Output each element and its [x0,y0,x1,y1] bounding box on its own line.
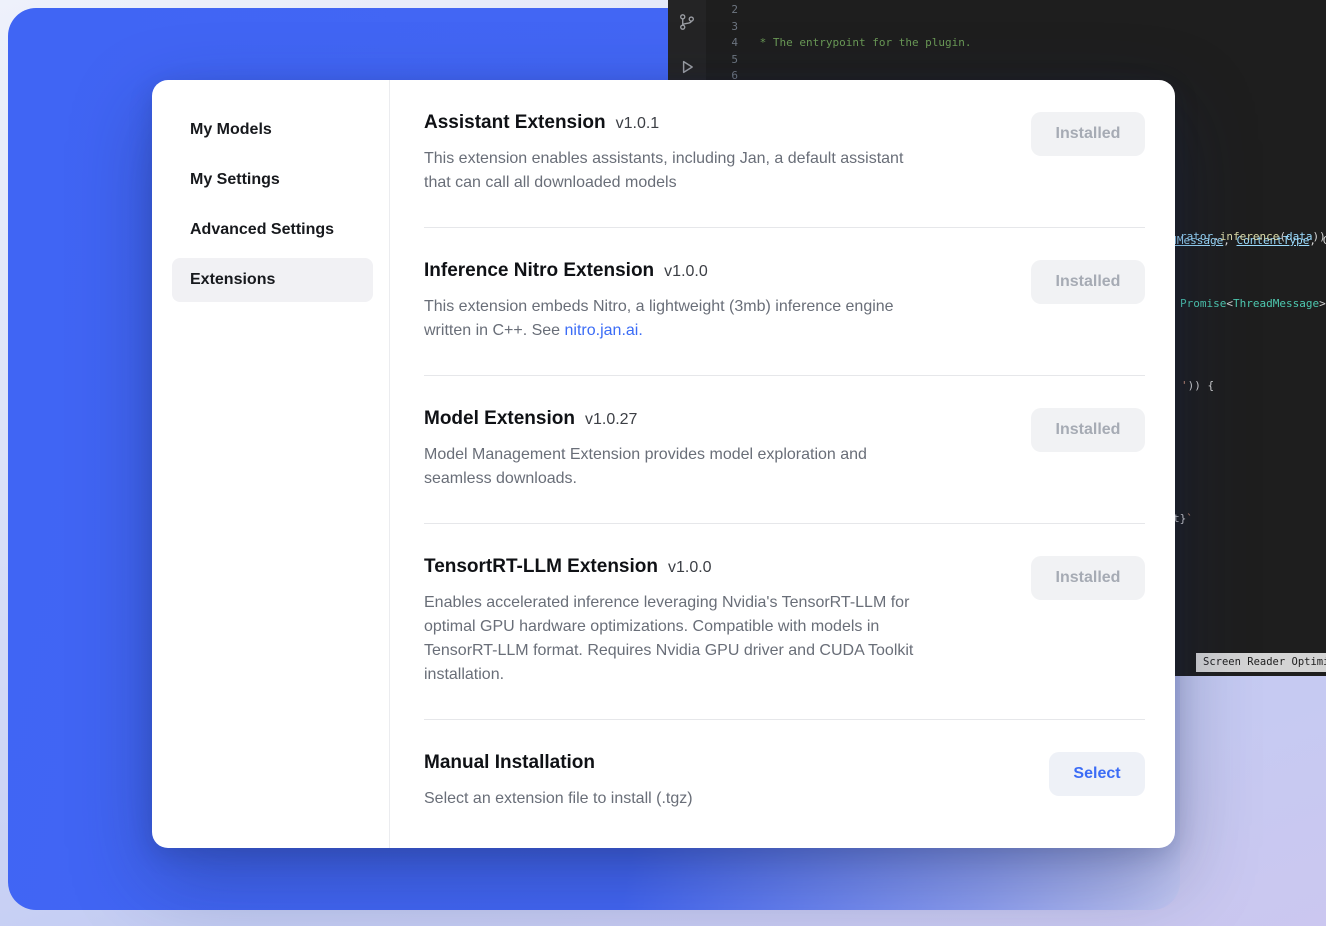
extension-version: v1.0.0 [664,263,708,281]
extension-version: v1.0.1 [616,115,660,133]
installed-button-assistant[interactable]: Installed [1031,112,1145,156]
extension-description: This extension enables assistants, inclu… [424,147,903,195]
settings-sidebar: My Models My Settings Advanced Settings … [152,80,390,848]
extension-title: TensortRT-LLM Extension [424,556,658,578]
extension-description: Select an extension file to install (.tg… [424,787,693,811]
nitro-jan-ai-link[interactable]: nitro.jan.ai. [565,322,643,339]
extension-title-row: Inference Nitro Extension v1.0.0 [424,260,894,282]
installed-button-tensorrt[interactable]: Installed [1031,556,1145,600]
line-numbers: 2 3 4 5 6 [706,2,738,85]
source-control-icon [678,13,696,31]
extension-version: v1.0.0 [668,559,712,577]
extension-info: Inference Nitro Extension v1.0.0 This ex… [424,260,894,343]
description-text: This extension embeds Nitro, a lightweig… [424,298,894,339]
code-line: * The entrypoint for the plugin. [753,35,1326,52]
sidebar-item-my-models[interactable]: My Models [172,108,373,152]
extension-row-nitro: Inference Nitro Extension v1.0.0 This ex… [424,228,1145,376]
extension-title-row: Assistant Extension v1.0.1 [424,112,903,134]
run-icon [678,58,696,76]
extension-title: Inference Nitro Extension [424,260,654,282]
installed-button-nitro[interactable]: Installed [1031,260,1145,304]
extension-title: Manual Installation [424,752,595,774]
code-fragment: rator.inference(data)); [1180,229,1326,246]
extension-title-row: Model Extension v1.0.27 [424,408,867,430]
extension-row-tensorrt: TensortRT-LLM Extension v1.0.0 Enables a… [424,524,1145,720]
extension-description: Model Management Extension provides mode… [424,443,867,491]
extensions-list: Assistant Extension v1.0.1 This extensio… [390,80,1175,848]
code-fragment: ')) { [1181,378,1214,395]
sidebar-item-extensions[interactable]: Extensions [172,258,373,302]
extension-description: Enables accelerated inference leveraging… [424,591,913,687]
manual-installation-row: Manual Installation Select an extension … [424,720,1145,843]
extension-row-model: Model Extension v1.0.27 Model Management… [424,376,1145,524]
extension-title: Model Extension [424,408,575,430]
extension-row-assistant: Assistant Extension v1.0.1 This extensio… [424,80,1145,228]
code-fragment: Promise<ThreadMessage> [1180,296,1326,313]
sidebar-item-my-settings[interactable]: My Settings [172,158,373,202]
screen-reader-chip: Screen Reader Optimized [1196,653,1326,672]
extension-title-row: Manual Installation [424,752,693,774]
installed-button-model[interactable]: Installed [1031,408,1145,452]
extension-info: TensortRT-LLM Extension v1.0.0 Enables a… [424,556,913,687]
sidebar-item-advanced-settings[interactable]: Advanced Settings [172,208,373,252]
extension-info: Manual Installation Select an extension … [424,752,693,811]
extension-title: Assistant Extension [424,112,606,134]
code-fragment: t}` [1173,511,1193,528]
extension-version: v1.0.27 [585,411,637,429]
page-background: 2 3 4 5 6 * The entrypoint for the plugi… [0,0,1326,926]
extension-info: Assistant Extension v1.0.1 This extensio… [424,112,903,195]
extension-description: This extension embeds Nitro, a lightweig… [424,295,894,343]
extension-title-row: TensortRT-LLM Extension v1.0.0 [424,556,913,578]
select-file-button[interactable]: Select [1049,752,1145,796]
extension-info: Model Extension v1.0.27 Model Management… [424,408,867,491]
settings-modal: My Models My Settings Advanced Settings … [152,80,1175,848]
